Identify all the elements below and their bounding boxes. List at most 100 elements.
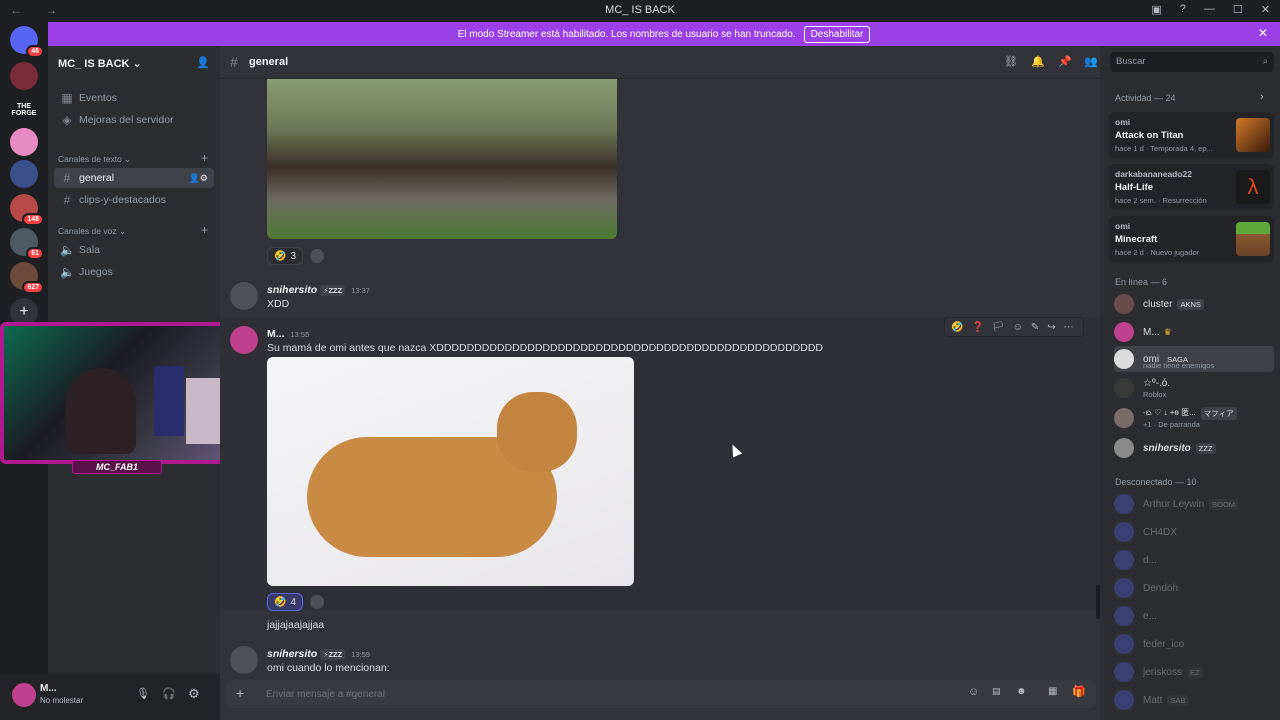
member-item[interactable]: d... — [1114, 547, 1274, 573]
sidebar-item-label: Eventos — [79, 92, 117, 104]
pin-icon[interactable]: 📌 — [1058, 55, 1072, 68]
voice-channel-juegos[interactable]: 🔈 Juegos — [54, 262, 214, 282]
activity-card[interactable]: omi Attack on Titan hace 1 d · Temporada… — [1109, 112, 1274, 158]
member-item[interactable]: CH4DX — [1114, 519, 1274, 545]
server-icon[interactable] — [10, 62, 38, 90]
server-icon[interactable]: 627 — [10, 262, 44, 294]
category-label: Canales de texto — [58, 154, 122, 164]
sidebar-item-mejoras[interactable]: ◈ Mejoras del servidor — [54, 110, 214, 130]
maximize-button[interactable]: ☐ — [1233, 3, 1243, 16]
apps-icon[interactable]: ▦ — [1048, 686, 1057, 697]
activity-game: Attack on Titan — [1115, 130, 1184, 141]
member-item[interactable]: Dendoh — [1114, 575, 1274, 601]
add-attachment-icon[interactable]: + — [236, 685, 244, 701]
channel-label: general — [79, 172, 115, 184]
emoji-icon[interactable]: ☺ — [968, 686, 979, 698]
invite-icon[interactable]: 👤 — [196, 56, 210, 69]
gif-icon[interactable]: ▤ — [992, 686, 1001, 697]
inbox-icon[interactable]: ▣ — [1151, 3, 1161, 16]
member-item[interactable]: M... ♛ — [1114, 319, 1274, 345]
voice-channels-category[interactable]: Canales de voz ⌄ — [58, 226, 126, 237]
search-icon: ⌕ — [1262, 56, 1268, 67]
author-name[interactable]: M... — [267, 328, 285, 340]
text-channels-category[interactable]: Canales de texto ⌄ — [58, 154, 131, 165]
message-input[interactable] — [266, 686, 926, 702]
member-item[interactable]: -ᨳ ♡ ↓ +ө 匿... マフィア +1 · De parranda — [1114, 405, 1274, 431]
sticker-icon[interactable]: ☻ — [1016, 686, 1027, 697]
server-icon[interactable] — [10, 128, 38, 156]
avatar[interactable] — [230, 326, 258, 354]
close-window-button[interactable]: ✕ — [1261, 3, 1270, 16]
author-name[interactable]: snihersito — [267, 284, 317, 296]
member-item[interactable]: e... — [1114, 603, 1274, 629]
streamer-figure — [66, 368, 136, 454]
server-icon[interactable]: 148 — [10, 194, 44, 226]
threads-icon[interactable]: ⛓ — [1004, 55, 1018, 68]
member-item[interactable]: ☆º-.ό. Roblox — [1114, 375, 1274, 401]
calendar-icon: ▦ — [61, 91, 73, 105]
avatar[interactable] — [230, 646, 258, 674]
member-item[interactable]: Matt SAB — [1114, 687, 1274, 713]
chevron-right-icon[interactable]: › — [1260, 91, 1264, 103]
activity-meta: hace 1 d · Temporada 4, ep... — [1115, 144, 1213, 153]
title-bar: ← → MC_ IS BACK ▣ ? — ☐ ✕ — [0, 0, 1280, 21]
activity-card[interactable]: darkabananeado22 Half-Life hace 2 sem. ·… — [1109, 164, 1274, 210]
activity-user: omi — [1115, 117, 1131, 127]
reaction-laugh[interactable]: 🤣 3 — [267, 247, 304, 265]
member-name: ☆º-.ό. — [1143, 377, 1171, 389]
server-icon[interactable] — [10, 160, 38, 188]
member-item[interactable]: cluster AKNS — [1114, 291, 1274, 317]
add-reaction-icon[interactable]: ☺ — [1013, 322, 1023, 333]
channel-clips[interactable]: # clips-y-destacados — [54, 190, 214, 210]
message-image-dog[interactable] — [267, 357, 634, 586]
voice-channel-sala[interactable]: 🔈 Sala — [54, 240, 214, 260]
flag-icon[interactable]: 🏳 — [992, 322, 1005, 333]
question-icon[interactable]: ❓ — [971, 322, 983, 333]
edit-icon[interactable]: ✎ — [1031, 322, 1039, 333]
activity-meta: hace 2 d · Nuevo jugador — [1115, 248, 1200, 257]
close-banner-icon[interactable]: ✕ — [1258, 26, 1268, 40]
author-name[interactable]: snihersito — [267, 648, 317, 660]
message-header: snihersito ⚡ZZZ 13:37 — [267, 284, 370, 296]
sidebar-item-eventos[interactable]: ▦ Eventos — [54, 88, 214, 108]
add-reaction-icon[interactable] — [310, 595, 324, 609]
disable-streamer-button[interactable]: Deshabilitar — [803, 25, 871, 43]
laugh-emoji-icon[interactable]: 🤣 — [951, 322, 963, 333]
message-image-group-photo[interactable] — [267, 79, 617, 239]
avatar[interactable] — [12, 683, 36, 707]
reaction-laugh[interactable]: 🤣 4 — [267, 593, 304, 611]
headphones-icon[interactable]: 🎧 — [162, 687, 176, 700]
server-icon-the-forge[interactable]: THE FORGE — [10, 96, 38, 124]
bell-icon[interactable]: 🔔 — [1031, 55, 1045, 68]
avatar — [1114, 662, 1134, 682]
search-input[interactable]: Buscar ⌕ — [1110, 52, 1274, 72]
server-icon[interactable]: 61 — [10, 228, 44, 260]
add-voice-channel-icon[interactable]: + — [201, 223, 208, 237]
gear-icon[interactable]: ⚙ — [188, 686, 200, 702]
add-reaction-icon[interactable] — [310, 249, 324, 263]
reply-icon[interactable]: ↪ — [1047, 322, 1055, 333]
member-name: d... — [1143, 554, 1157, 566]
timestamp: 13:59 — [351, 650, 370, 659]
member-item[interactable]: Arthur Leywin BOOM — [1114, 491, 1274, 517]
gift-icon[interactable]: 🎁 — [1072, 685, 1086, 698]
microphone-icon[interactable]: 🎙 — [136, 687, 150, 700]
member-item[interactable]: omi SAGA nadie tiene enemigos — [1114, 346, 1274, 372]
avatar — [1114, 378, 1134, 398]
more-icon[interactable]: ⋯ — [1064, 322, 1074, 333]
member-item[interactable]: snihersito ZZZ — [1114, 435, 1274, 461]
reaction-emoji: 🤣 — [274, 250, 287, 262]
help-icon[interactable]: ? — [1180, 3, 1186, 16]
members-icon[interactable]: 👥 — [1084, 55, 1098, 68]
home-button[interactable]: 46 — [10, 26, 44, 58]
server-name-header[interactable]: MC_ IS BACK ⌄ — [58, 57, 142, 70]
activity-card[interactable]: omi Minecraft hace 2 d · Nuevo jugador — [1109, 216, 1274, 262]
minimize-button[interactable]: — — [1204, 3, 1215, 16]
add-channel-icon[interactable]: + — [201, 151, 208, 165]
channel-general[interactable]: # general 👤⚙ — [54, 168, 214, 188]
settings-icon[interactable]: 👤⚙ — [189, 173, 208, 184]
member-item[interactable]: feder_ico — [1114, 631, 1274, 657]
member-item[interactable]: jeriskoss EZ — [1114, 659, 1274, 685]
avatar — [1114, 550, 1134, 570]
avatar[interactable] — [230, 282, 258, 310]
